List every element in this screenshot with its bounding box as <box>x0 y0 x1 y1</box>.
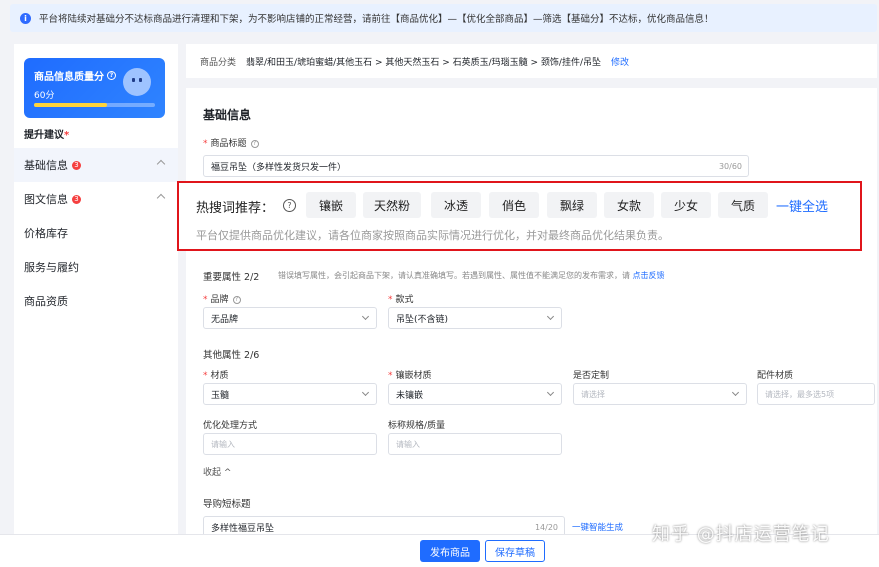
style-select[interactable]: 吊坠(不含链) <box>388 307 562 329</box>
product-title-input[interactable]: 福豆吊坠（多样性发货只发一件） 30/60 <box>203 155 749 177</box>
chevron-up-icon[interactable] <box>156 159 166 169</box>
hot-word-chip[interactable]: 俏色 <box>489 192 539 218</box>
hot-words-label: 热搜词推荐： <box>196 201 275 216</box>
chevron-down-icon <box>361 388 370 397</box>
publish-button[interactable]: 发布商品 <box>420 540 480 562</box>
hot-word-chip[interactable]: 冰透 <box>431 192 481 218</box>
section-title: 基础信息 <box>203 108 252 122</box>
important-attrs-title: 重要属性 2/2 <box>203 272 260 283</box>
help-icon[interactable]: ? <box>232 295 241 304</box>
hot-word-chip[interactable]: 女款 <box>604 192 654 218</box>
smart-generate-link[interactable]: 一键智能生成 <box>572 521 623 533</box>
count-badge: 3 <box>72 194 81 204</box>
sidebar-item-service[interactable]: 服务与履约 <box>14 250 178 284</box>
help-icon[interactable]: ? <box>283 199 296 212</box>
chevron-up-icon[interactable] <box>156 193 166 203</box>
custom-select[interactable]: 请选择 <box>573 383 747 405</box>
inlay-label: * 镶嵌材质 <box>388 371 432 381</box>
accessory-label: 配件材质 <box>757 371 794 381</box>
other-attrs-title: 其他属性 2/6 <box>203 350 260 361</box>
score-progress-bar <box>34 103 155 107</box>
save-draft-button[interactable]: 保存草稿 <box>485 540 545 562</box>
notice-bar: i 平台将陆续对基础分不达标商品进行清理和下架，为不影响店铺的正常经营，请前往【… <box>10 4 877 32</box>
sidebar-item-qualification[interactable]: 商品资质 <box>14 284 178 318</box>
material-select[interactable]: 玉髓 <box>203 383 377 405</box>
score-title: 商品信息质量分 <box>34 72 104 83</box>
accessory-select[interactable]: 请选择，最多选5项 <box>757 383 875 405</box>
process-input[interactable]: 请输入 <box>203 433 377 455</box>
brand-select[interactable]: 无品牌 <box>203 307 377 329</box>
sidebar-item-media-info[interactable]: 图文信息 3 <box>14 182 178 216</box>
chevron-down-icon <box>731 388 740 397</box>
feedback-link[interactable]: 点击反馈 <box>633 271 665 280</box>
important-attrs-note: 错误填写属性，会引起商品下架，请认真准确填写。若遇到属性、属性值不能满足您的发布… <box>278 271 665 280</box>
hot-word-chip[interactable]: 天然粉 <box>363 192 421 218</box>
chevron-down-icon <box>546 388 555 397</box>
brand-label: * 品牌? <box>203 292 241 305</box>
style-label: * 款式 <box>388 295 414 305</box>
hot-words-disclaimer: 平台仅提供商品优化建议，请各位商家按照商品实际情况进行优化，并对最终商品优化结果… <box>196 229 669 242</box>
spec-label: 标称规格/质量 <box>388 421 446 431</box>
edit-category-link[interactable]: 修改 <box>611 55 629 68</box>
category-bar: 商品分类 翡翠/和田玉/琥珀蜜蜡/其他玉石 > 其他天然玉石 > 石英质玉/玛瑙… <box>186 44 877 78</box>
info-icon: i <box>20 12 31 24</box>
main-form: 基础信息 * 商品标题? 福豆吊坠（多样性发货只发一件） 30/60 重要属性 2/… <box>186 88 877 556</box>
spec-input[interactable]: 请输入 <box>388 433 562 455</box>
smiley-face-icon <box>123 68 151 96</box>
custom-label: 是否定制 <box>573 371 610 381</box>
hot-word-chip[interactable]: 气质 <box>718 192 768 218</box>
chevron-down-icon <box>361 312 370 321</box>
help-icon[interactable]: ? <box>250 139 259 148</box>
process-label: 优化处理方式 <box>203 421 258 431</box>
sidebar-item-basic-info[interactable]: 基础信息 3 <box>14 148 178 182</box>
sidebar-item-price-stock[interactable]: 价格库存 <box>14 216 178 250</box>
count-badge: 3 <box>72 160 81 170</box>
notice-text: 平台将陆续对基础分不达标商品进行清理和下架，为不影响店铺的正常经营，请前往【商品… <box>39 14 714 25</box>
chevron-down-icon <box>546 312 555 321</box>
hot-word-chip[interactable]: 少女 <box>661 192 711 218</box>
help-icon[interactable]: ? <box>107 71 116 80</box>
category-label: 商品分类 <box>200 57 237 68</box>
hot-word-chip[interactable]: 飘绿 <box>547 192 597 218</box>
tips-label: 提升建议* <box>24 130 70 141</box>
score-progress-fill <box>34 103 107 107</box>
sidebar-nav: 基础信息 3 图文信息 3 价格库存 服务与履约 商品资质 <box>14 148 178 318</box>
collapse-toggle[interactable]: 收起 ^ <box>203 465 231 478</box>
char-count: 30/60 <box>718 161 742 171</box>
char-count: 14/20 <box>534 522 558 532</box>
category-path: 翡翠/和田玉/琥珀蜜蜡/其他玉石 > 其他天然玉石 > 石英质玉/玛瑙玉髓 > … <box>246 57 601 68</box>
hot-search-words-panel: 热搜词推荐： ? 镶嵌 天然粉 冰透 俏色 飘绿 女款 少女 气质 一键全选 平… <box>177 181 862 251</box>
product-title-label: * 商品标题? <box>203 136 259 149</box>
material-label: * 材质 <box>203 371 229 381</box>
inlay-select[interactable]: 未镶嵌 <box>388 383 562 405</box>
sidebar: 商品信息质量分? 60分 提升建议* 基础信息 3 图文信息 3 价格库存 服务与履… <box>14 44 178 556</box>
hot-word-chip[interactable]: 镶嵌 <box>306 192 356 218</box>
select-all-link[interactable]: 一键全选 <box>776 196 828 215</box>
short-title-label: 导购短标题 <box>203 499 251 510</box>
quality-score-card: 商品信息质量分? 60分 <box>24 58 165 118</box>
watermark: 知乎 @抖店运营笔记 <box>652 524 830 545</box>
